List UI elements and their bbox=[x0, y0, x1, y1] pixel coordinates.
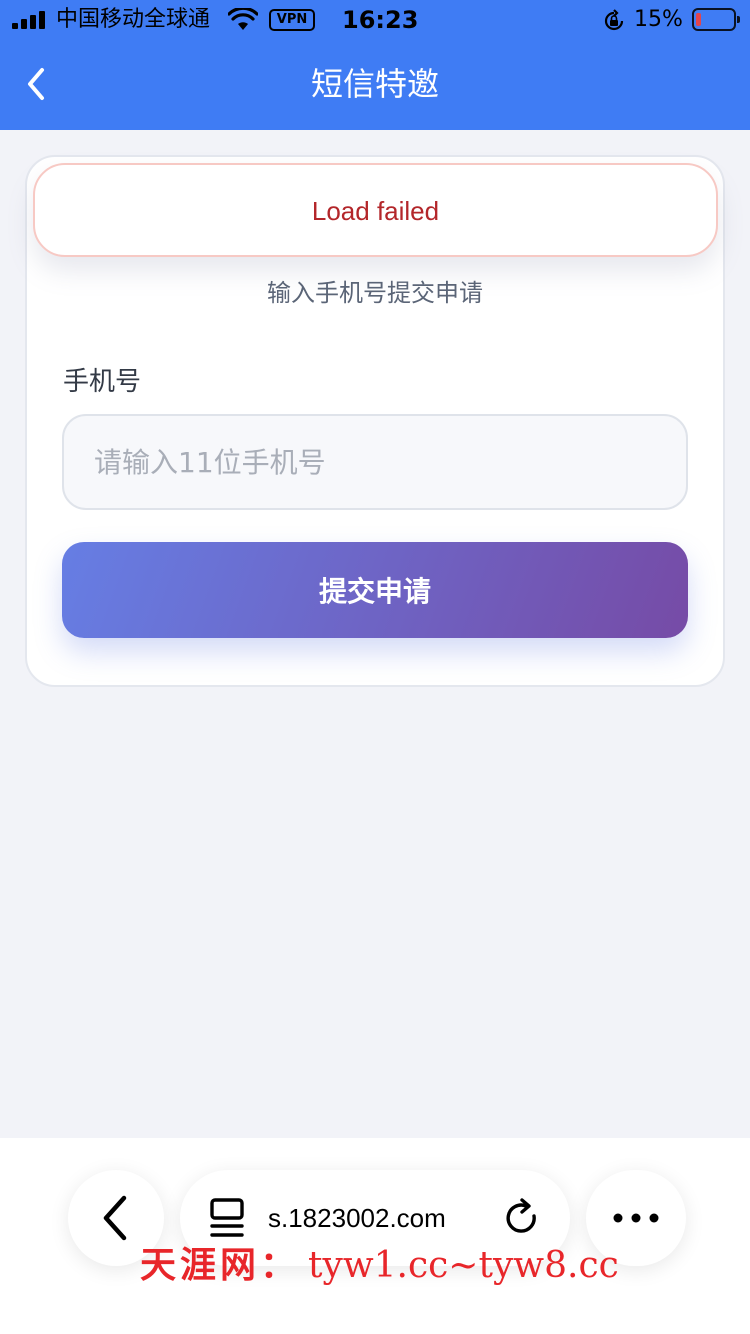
vpn-badge: VPN bbox=[269, 9, 315, 31]
watermark: 天涯网： tyw1.cc~tyw8.cc bbox=[140, 1240, 619, 1291]
back-icon[interactable] bbox=[20, 64, 52, 104]
battery-icon bbox=[692, 8, 740, 31]
form-subtitle: 输入手机号提交申请 bbox=[267, 279, 483, 307]
status-bar: 中国移动全球通 VPN 16:23 15% bbox=[0, 0, 750, 40]
wifi-icon bbox=[228, 8, 258, 30]
submit-button[interactable]: 提交申请 bbox=[62, 542, 688, 638]
page-title: 短信特邀 bbox=[310, 65, 439, 103]
carrier-name: 中国移动全球通 bbox=[56, 7, 211, 32]
watermark-url: tyw1.cc~tyw8.cc bbox=[308, 1245, 619, 1286]
reload-icon[interactable] bbox=[498, 1194, 548, 1244]
tabs-icon bbox=[210, 1198, 244, 1237]
error-toast-text: Load failed bbox=[311, 196, 440, 226]
signal-icon bbox=[12, 11, 48, 29]
battery-percentage: 15% bbox=[634, 7, 683, 32]
phone-input[interactable] bbox=[62, 414, 688, 510]
clock: 16:23 bbox=[342, 6, 419, 34]
url-text: s.1823002.com bbox=[268, 1203, 446, 1233]
phone-label: 手机号 bbox=[63, 367, 142, 397]
error-toast: Load failed bbox=[33, 163, 718, 257]
watermark-cn: 天涯网： bbox=[140, 1244, 301, 1286]
rotation-lock-icon bbox=[604, 9, 624, 31]
navigation-bar: 短信特邀 bbox=[0, 40, 750, 130]
